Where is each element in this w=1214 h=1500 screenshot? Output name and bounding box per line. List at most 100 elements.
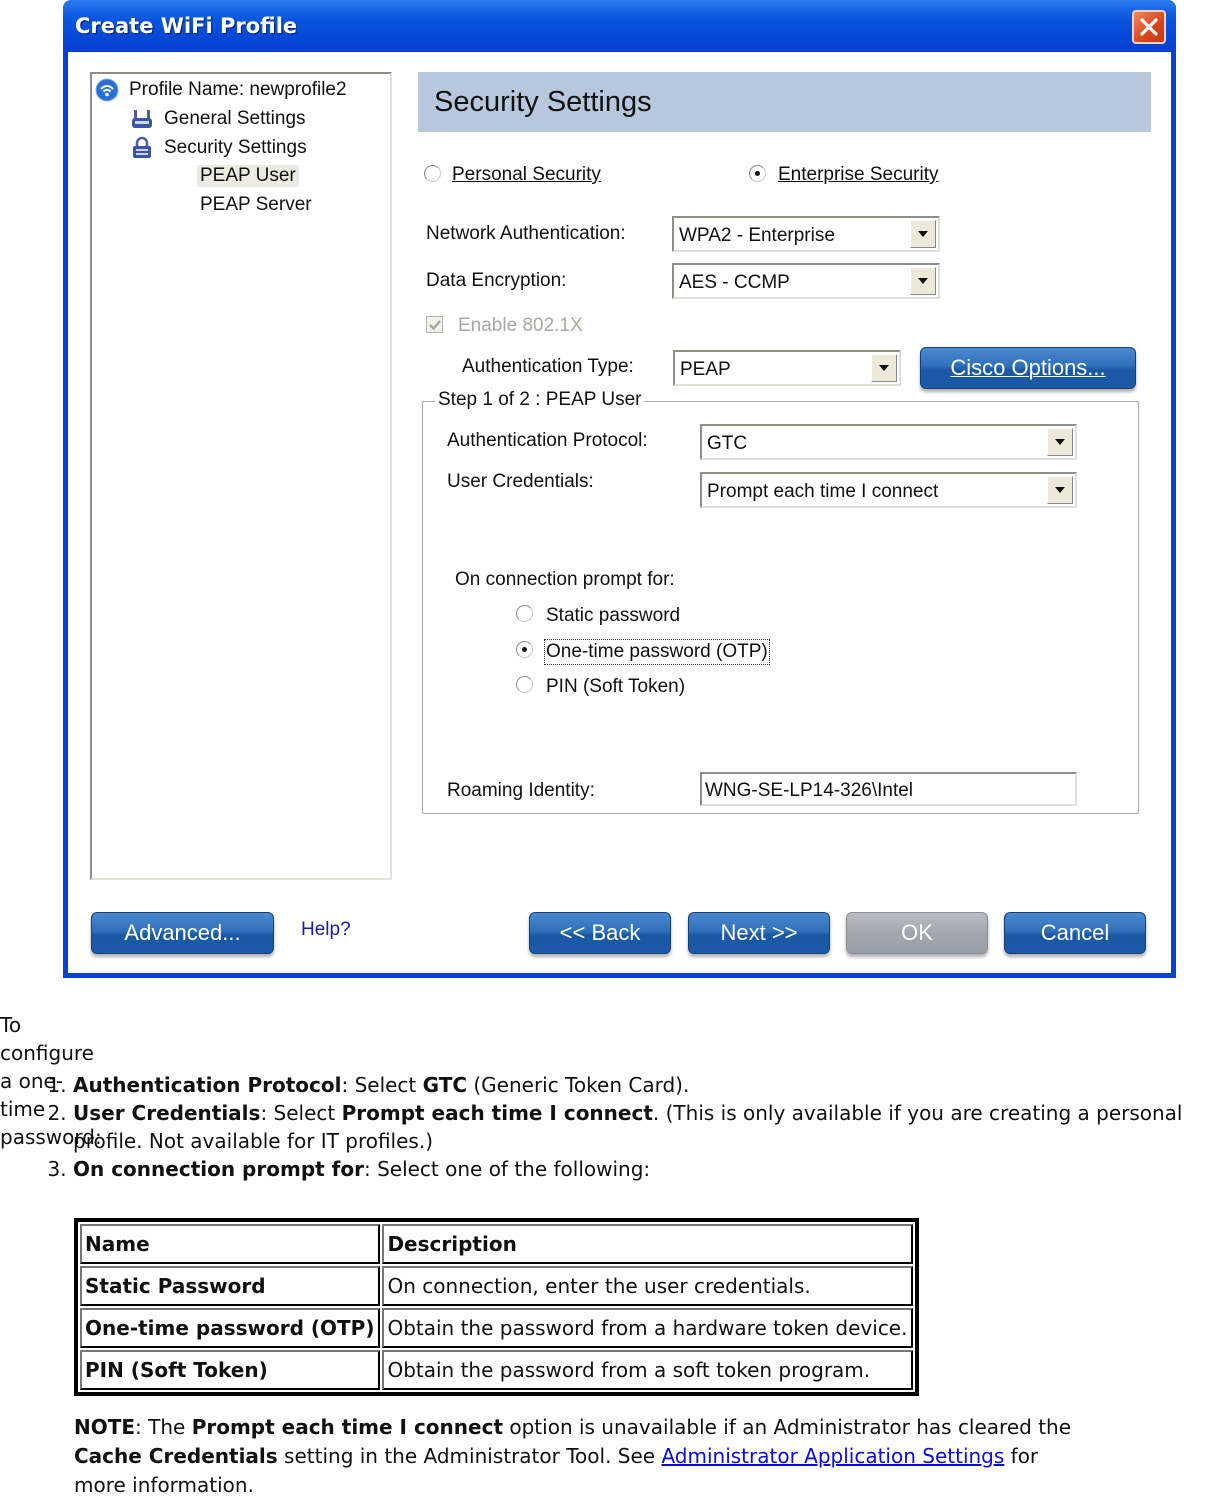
- lock-icon: [130, 136, 154, 160]
- table-row: Static Password On connection, enter the…: [80, 1266, 914, 1306]
- otp-label[interactable]: One-time password (OTP): [544, 639, 770, 665]
- ok-button[interactable]: OK: [846, 912, 988, 954]
- cisco-options-button[interactable]: Cisco Options...: [920, 347, 1136, 389]
- roaming-identity-value: WNG-SE-LP14-326\Intel: [705, 780, 914, 801]
- row-description: Obtain the password from a hardware toke…: [382, 1308, 914, 1348]
- cisco-options-label: Cisco Options...: [950, 355, 1106, 380]
- peap-server-label: PEAP Server: [200, 194, 312, 215]
- row-description: Obtain the password from a soft token pr…: [382, 1350, 914, 1390]
- checkmark-icon: [428, 319, 441, 330]
- table-row: One-time password (OTP) Obtain the passw…: [80, 1308, 914, 1348]
- administrator-application-settings-link[interactable]: Administrator Application Settings: [661, 1444, 1004, 1468]
- tree-item-peap-server[interactable]: PEAP Server: [200, 194, 312, 216]
- general-settings-label: General Settings: [164, 108, 306, 129]
- dialog-client-area: Profile Name: newprofile2 General Settin…: [68, 52, 1171, 973]
- step-value: GTC: [422, 1073, 468, 1097]
- help-link[interactable]: Help?: [301, 919, 351, 941]
- note-text: setting in the Administrator Tool. See: [277, 1444, 662, 1468]
- authentication-type-label: Authentication Type:: [462, 356, 634, 377]
- step-item: User Credentials: Select Prompt each tim…: [73, 1099, 1214, 1155]
- note-label: NOTE: [74, 1415, 136, 1439]
- roaming-identity-input[interactable]: WNG-SE-LP14-326\Intel: [700, 772, 1077, 806]
- cancel-label: Cancel: [1040, 920, 1110, 945]
- note-paragraph: NOTE: The Prompt each time I connect opt…: [74, 1413, 1084, 1500]
- next-button[interactable]: Next >>: [688, 912, 830, 954]
- personal-security-radio[interactable]: [424, 165, 441, 182]
- authentication-type-value: PEAP: [680, 359, 731, 380]
- steps-list: Authentication Protocol: Select GTC (Gen…: [0, 1071, 1214, 1183]
- authentication-type-select[interactable]: PEAP: [673, 350, 901, 386]
- data-encryption-value: AES - CCMP: [679, 272, 790, 293]
- note-text: : The: [135, 1415, 192, 1439]
- authentication-protocol-value: GTC: [707, 433, 748, 454]
- tree-item-security-settings[interactable]: Security Settings: [130, 136, 307, 160]
- advanced-label: Advanced...: [124, 920, 241, 945]
- section-header: Security Settings: [418, 72, 1151, 132]
- otp-radio[interactable]: [516, 641, 533, 658]
- enable-8021x-checkbox[interactable]: [426, 316, 443, 333]
- chevron-down-icon[interactable]: [1047, 428, 1073, 456]
- step-value: Prompt each time I connect: [341, 1101, 653, 1125]
- step-text: : Select: [341, 1073, 423, 1097]
- chevron-down-icon[interactable]: [910, 267, 936, 295]
- title-bar[interactable]: Create WiFi Profile: [63, 0, 1176, 52]
- data-encryption-label: Data Encryption:: [426, 270, 567, 291]
- table-row: PIN (Soft Token) Obtain the password fro…: [80, 1350, 914, 1390]
- note-bold: Cache Credentials: [74, 1444, 278, 1468]
- data-encryption-select[interactable]: AES - CCMP: [672, 263, 940, 299]
- tree-item-profile-name[interactable]: Profile Name: newprofile2: [95, 78, 347, 102]
- options-table: Name Description Static Password On conn…: [74, 1218, 920, 1396]
- personal-security-label[interactable]: Personal Security: [452, 164, 601, 186]
- pin-soft-token-radio[interactable]: [516, 676, 533, 693]
- user-credentials-select[interactable]: Prompt each time I connect: [700, 472, 1077, 508]
- security-settings-label: Security Settings: [164, 137, 307, 158]
- close-button[interactable]: [1132, 10, 1166, 44]
- authentication-protocol-select[interactable]: GTC: [700, 424, 1077, 460]
- profile-tree: Profile Name: newprofile2 General Settin…: [90, 72, 392, 880]
- enterprise-security-label[interactable]: Enterprise Security: [778, 164, 939, 186]
- static-password-label[interactable]: Static password: [546, 605, 680, 627]
- step-item: On connection prompt for: Select one of …: [73, 1155, 1214, 1183]
- column-header-description: Description: [382, 1224, 914, 1264]
- network-authentication-label: Network Authentication:: [426, 223, 626, 244]
- prompt-for-label: On connection prompt for:: [455, 569, 675, 590]
- row-description: On connection, enter the user credential…: [382, 1266, 914, 1306]
- row-name: PIN (Soft Token): [80, 1350, 381, 1390]
- wifi-icon: [95, 78, 119, 102]
- network-authentication-select[interactable]: WPA2 - Enterprise: [672, 216, 940, 252]
- next-label: Next >>: [720, 920, 798, 945]
- create-wifi-profile-dialog: Create WiFi Profile Profile Name: newpro…: [63, 0, 1176, 978]
- step-item: Authentication Protocol: Select GTC (Gen…: [73, 1071, 1214, 1099]
- note-bold: Prompt each time I connect: [191, 1415, 504, 1439]
- note-text: option is unavailable if an Administrato…: [503, 1415, 1072, 1439]
- authentication-protocol-label: Authentication Protocol:: [447, 430, 648, 451]
- chevron-down-icon[interactable]: [871, 354, 897, 382]
- tree-item-general-settings[interactable]: General Settings: [130, 107, 306, 131]
- advanced-button[interactable]: Advanced...: [91, 912, 274, 954]
- groupbox-legend: Step 1 of 2 : PEAP User: [435, 389, 645, 411]
- chevron-down-icon[interactable]: [910, 220, 936, 248]
- static-password-radio[interactable]: [516, 605, 533, 622]
- step-text: (Generic Token Card).: [467, 1073, 690, 1097]
- user-credentials-label: User Credentials:: [447, 471, 594, 492]
- peap-user-groupbox: Step 1 of 2 : PEAP User Authentication P…: [422, 389, 1139, 814]
- back-label: << Back: [559, 920, 641, 945]
- tree-item-peap-user[interactable]: PEAP User: [197, 165, 299, 187]
- row-name: One-time password (OTP): [80, 1308, 381, 1348]
- step-text: : Select one of the following:: [363, 1157, 651, 1181]
- peap-user-label: PEAP User: [197, 165, 299, 187]
- close-icon: [1140, 18, 1158, 36]
- enable-8021x-label: Enable 802.1X: [458, 315, 583, 336]
- step-text: : Select: [260, 1101, 342, 1125]
- chevron-down-icon[interactable]: [1047, 476, 1073, 504]
- cancel-button[interactable]: Cancel: [1004, 912, 1146, 954]
- row-name: Static Password: [80, 1266, 381, 1306]
- enterprise-security-radio[interactable]: [749, 165, 766, 182]
- back-button[interactable]: << Back: [529, 912, 671, 954]
- section-title: Security Settings: [434, 86, 652, 118]
- profile-name-label: Profile Name: newprofile2: [129, 79, 347, 100]
- user-credentials-value: Prompt each time I connect: [707, 481, 939, 502]
- pin-soft-token-label: PIN (Soft Token): [546, 676, 686, 697]
- step-term: On connection prompt for: [73, 1157, 364, 1181]
- column-header-name: Name: [80, 1224, 381, 1264]
